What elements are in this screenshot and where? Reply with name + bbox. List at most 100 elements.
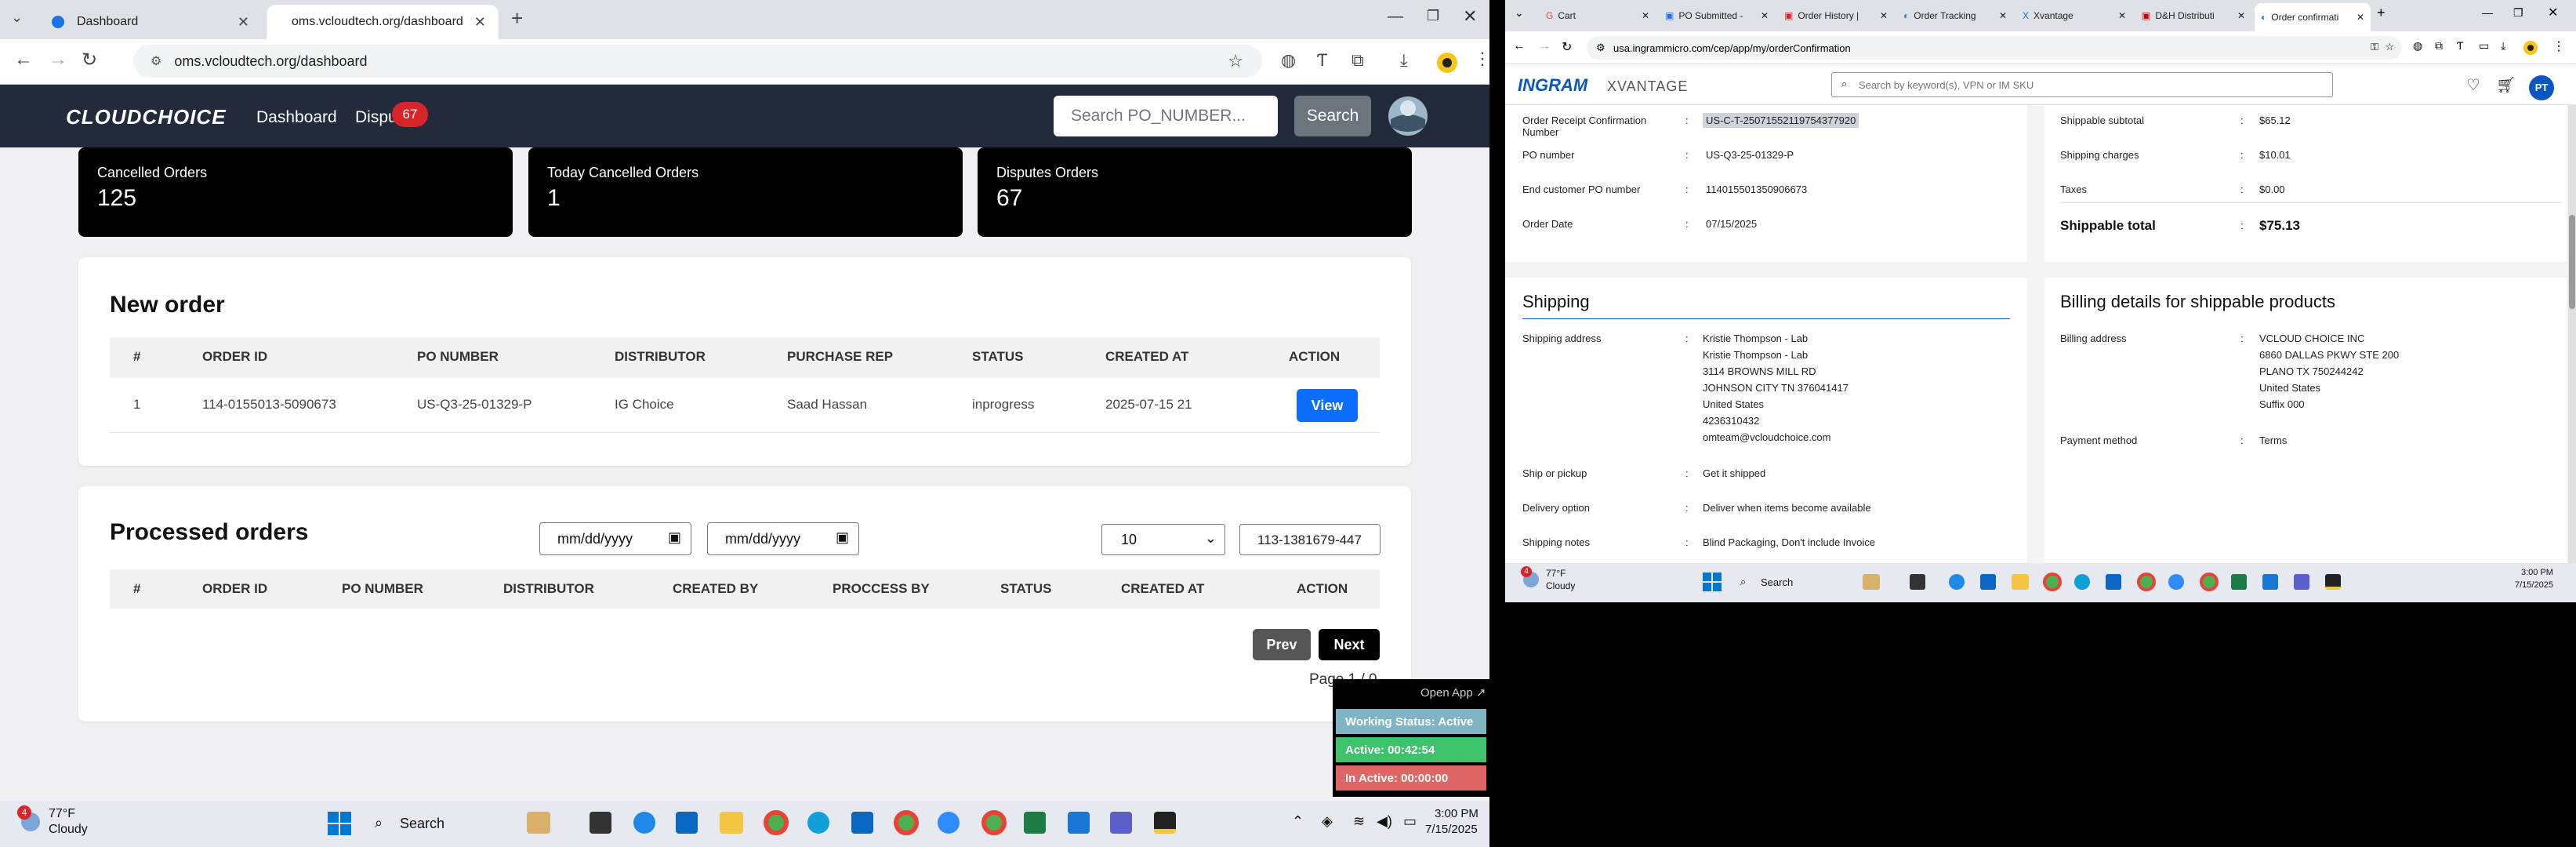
brand-logo[interactable]: CLOUDCHOICE xyxy=(66,105,227,129)
page-size-select[interactable]: 10 ⌄ xyxy=(1101,524,1225,555)
sidebar-icon[interactable]: ▭ xyxy=(2479,39,2489,53)
scrollbar[interactable] xyxy=(2568,105,2576,576)
search-button[interactable]: Search xyxy=(1294,96,1371,136)
app-icon[interactable] xyxy=(1154,812,1176,834)
tab-search-chevron-icon[interactable]: ⌄ xyxy=(11,9,23,26)
clock-time[interactable]: 3:00 PM xyxy=(2521,568,2553,577)
tray-chevron-icon[interactable]: ⌃ xyxy=(1292,813,1304,830)
product-search-input[interactable]: ⌕ Search by keyword(s), VPN or IM SKU xyxy=(1831,72,2333,97)
open-app-link[interactable]: Open App ↗ xyxy=(1420,685,1486,700)
windows-start-icon[interactable] xyxy=(1703,573,1722,591)
xvantage-logo[interactable]: XVANTAGE xyxy=(1607,78,1688,95)
window-close-button[interactable]: ✕ xyxy=(2548,5,2558,20)
favorites-heart-icon[interactable]: ♡ xyxy=(2466,75,2480,95)
close-tab-icon[interactable]: ✕ xyxy=(1761,10,1769,21)
translate-icon[interactable]: ◍ xyxy=(1281,50,1296,71)
chrome-profile-icon[interactable] xyxy=(2200,573,2219,591)
close-tab-icon[interactable]: ✕ xyxy=(2118,10,2126,21)
reader-icon[interactable]: Ƭ xyxy=(1317,50,1327,71)
wifi-icon[interactable]: ≋ xyxy=(1353,813,1365,830)
bookmark-star-icon[interactable]: ☆ xyxy=(2385,41,2394,53)
edge-icon[interactable] xyxy=(2074,574,2090,590)
order-confirmation-number[interactable]: US-C-T-25071552119754377920 xyxy=(1703,113,1859,128)
reader-icon[interactable]: Ƭ xyxy=(2457,39,2464,52)
tab-dashboard[interactable]: Dashboard ✕ xyxy=(36,5,263,39)
bookmark-star-icon[interactable]: ☆ xyxy=(1228,51,1243,71)
excel-icon[interactable] xyxy=(2231,574,2247,590)
taskbar-search[interactable]: ⌕ Search xyxy=(365,810,522,837)
extensions-icon[interactable]: ⧉ xyxy=(1351,50,1364,71)
volume-icon[interactable]: ◀) xyxy=(1377,813,1392,830)
outlook-icon[interactable] xyxy=(2106,574,2121,590)
zoom-icon[interactable] xyxy=(938,812,960,834)
outlook-icon[interactable] xyxy=(851,812,873,834)
taskbar-search[interactable]: ⌕ Search xyxy=(1732,573,1850,593)
order-search-input[interactable]: 113-1381679-447 xyxy=(1239,524,1381,555)
translate-icon[interactable]: ◍ xyxy=(2413,39,2422,53)
user-avatar[interactable] xyxy=(1388,96,1428,136)
ingram-logo[interactable]: INGRAM xyxy=(1518,75,1587,96)
chrome-profile-icon[interactable] xyxy=(981,810,1007,835)
profile-icon[interactable] xyxy=(2523,40,2538,56)
next-button[interactable]: Next xyxy=(1319,629,1380,660)
restore-button[interactable]: ❐ xyxy=(2513,6,2523,20)
prev-button[interactable]: Prev xyxy=(1253,629,1311,660)
close-tab-icon[interactable]: ✕ xyxy=(2237,10,2245,21)
close-tab-icon[interactable]: ✕ xyxy=(2356,12,2364,23)
clock-time[interactable]: 3:00 PM xyxy=(1435,807,1478,820)
app-icon[interactable] xyxy=(633,812,655,834)
user-avatar[interactable]: PT xyxy=(2529,75,2554,100)
po-search-input[interactable] xyxy=(1054,96,1278,136)
task-view-icon[interactable] xyxy=(590,812,611,834)
tab-oms-dashboard[interactable]: oms.vcloudtech.org/dashboard ✕ xyxy=(267,5,499,39)
chrome-profile-icon[interactable] xyxy=(2137,573,2156,591)
extensions-icon[interactable]: ⧉ xyxy=(2435,39,2443,53)
task-view-icon[interactable] xyxy=(1910,574,1925,590)
close-tab-icon[interactable]: ✕ xyxy=(474,14,486,31)
download-icon[interactable]: ⤓ xyxy=(2501,39,2505,53)
excel-icon[interactable] xyxy=(1024,812,1046,834)
nav-disputes[interactable]: Dispu xyxy=(355,108,397,127)
zoom-icon[interactable] xyxy=(2168,574,2184,590)
clock-date[interactable]: 7/15/2025 xyxy=(1425,823,1478,836)
widget-app-icon[interactable] xyxy=(1863,574,1880,590)
rtab-dh[interactable]: ▣ D&H Distributi ✕ xyxy=(2135,3,2251,28)
forward-icon[interactable]: → xyxy=(49,49,67,71)
rtab-order-tracking[interactable]: ◐ Order Tracking ✕ xyxy=(1897,3,2013,28)
tray-app-icon[interactable]: ◈ xyxy=(1322,813,1333,830)
minimize-button[interactable]: — xyxy=(1388,8,1403,26)
calculator-icon[interactable] xyxy=(1980,574,1996,590)
cart-icon[interactable]: 🛒︎ xyxy=(2496,75,2516,95)
windows-start-icon[interactable] xyxy=(328,812,351,835)
tab-search-chevron-icon[interactable]: ⌄ xyxy=(1515,6,1524,20)
password-key-icon[interactable]: ⚿ xyxy=(2371,41,2378,53)
reload-icon[interactable]: ↻ xyxy=(82,49,97,71)
app-icon[interactable] xyxy=(1949,574,1965,590)
rtab-po-submitted[interactable]: ▣ PO Submitted - ✕ xyxy=(1659,3,1775,28)
close-tab-icon[interactable]: ✕ xyxy=(238,14,249,31)
close-tab-icon[interactable]: ✕ xyxy=(1642,10,1649,21)
chrome-icon[interactable] xyxy=(2043,573,2062,591)
rtab-cart[interactable]: G Cart ✕ xyxy=(1540,3,1656,28)
file-explorer-icon[interactable] xyxy=(720,812,743,834)
scrollbar-thumb[interactable] xyxy=(2569,215,2575,309)
view-button[interactable]: View xyxy=(1297,389,1358,422)
battery-icon[interactable]: ▭ xyxy=(1403,813,1417,830)
url-field[interactable]: ⚙ oms.vcloudtech.org/dashboard ☆ xyxy=(133,45,1262,78)
menu-icon[interactable]: ⋮ xyxy=(1474,49,1489,69)
right-url-field[interactable]: ⚙ usa.ingrammicro.com/cep/app/my/orderCon… xyxy=(1587,36,2402,60)
nav-dashboard[interactable]: Dashboard xyxy=(256,108,337,127)
remote-desktop-icon[interactable] xyxy=(1068,812,1090,834)
start-date-input[interactable]: mm/dd/yyyy ▣ xyxy=(539,522,691,555)
forward-icon[interactable]: → xyxy=(1538,39,1551,53)
clock-date[interactable]: 7/15/2025 xyxy=(2515,580,2553,590)
new-tab-button[interactable]: + xyxy=(2377,5,2386,21)
remote-desktop-icon[interactable] xyxy=(2262,574,2278,590)
minimize-button[interactable]: — xyxy=(2482,6,2493,19)
app-icon[interactable] xyxy=(2325,574,2341,590)
teams-icon[interactable] xyxy=(1110,812,1132,834)
rtab-order-history[interactable]: ▣ Order History | ✕ xyxy=(1778,3,1894,28)
reload-icon[interactable]: ↻ xyxy=(1562,39,1572,55)
rtab-xvantage[interactable]: X Xvantage ✕ xyxy=(2016,3,2132,28)
profile-icon[interactable] xyxy=(1436,52,1458,74)
